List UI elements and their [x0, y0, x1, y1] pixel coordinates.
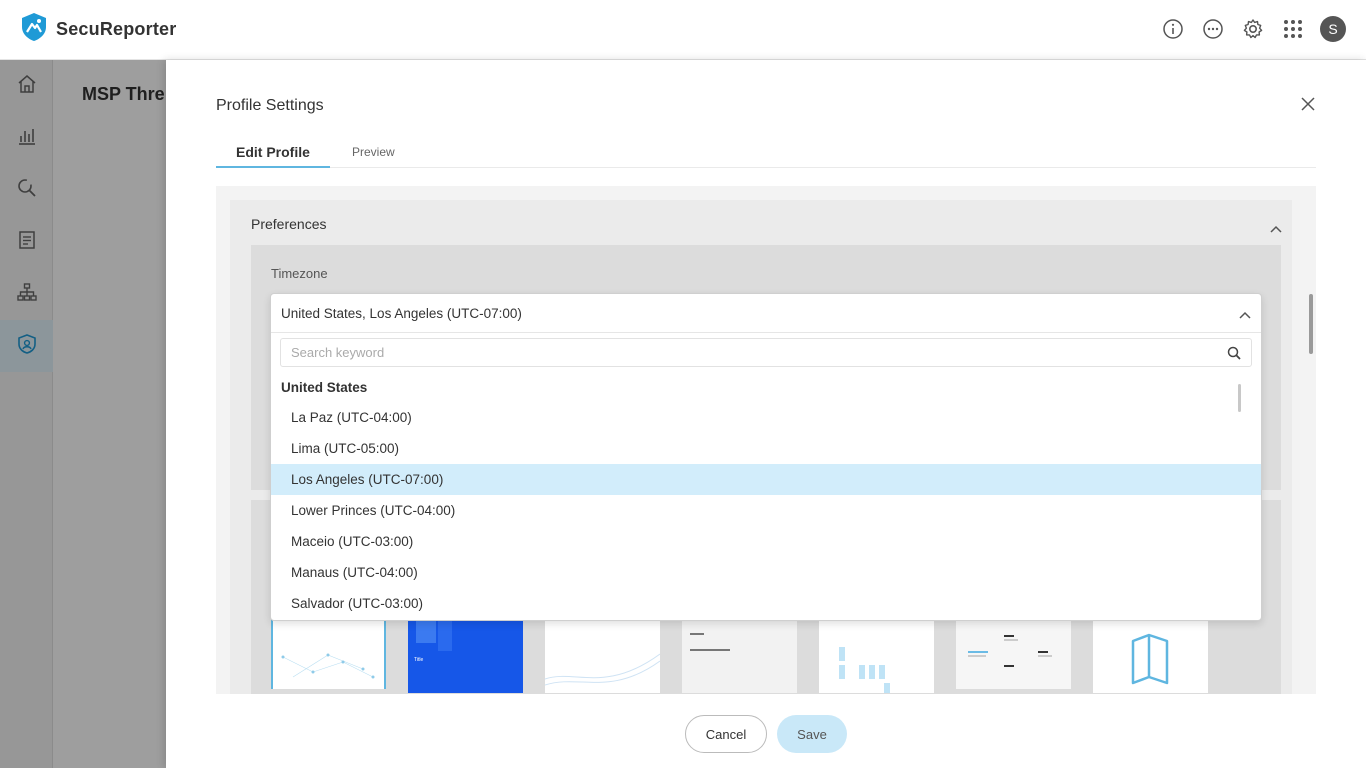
timezone-option[interactable]: Manaus (UTC-04:00) — [271, 557, 1261, 588]
timezone-label: Timezone — [271, 266, 328, 281]
cancel-button[interactable]: Cancel — [685, 715, 767, 753]
chevron-up-icon[interactable] — [1270, 220, 1282, 238]
more-icon[interactable] — [1200, 16, 1226, 42]
info-icon[interactable] — [1160, 16, 1186, 42]
template-thumbnail[interactable] — [819, 619, 934, 693]
footer-actions: Cancel Save — [685, 715, 847, 753]
dropdown-scrollbar[interactable] — [1238, 384, 1241, 412]
user-avatar[interactable]: S — [1320, 16, 1346, 42]
timezone-option[interactable]: Maceio (UTC-03:00) — [271, 526, 1261, 557]
top-bar: SecuReporter S — [0, 0, 1366, 60]
save-button[interactable]: Save — [777, 715, 847, 753]
timezone-option-list[interactable]: United States La Paz (UTC-04:00) Lima (U… — [271, 374, 1261, 620]
thumbnail-title: Title — [414, 657, 424, 663]
timezone-option[interactable]: Lima (UTC-05:00) — [271, 433, 1261, 464]
drawer-title: Profile Settings — [216, 97, 324, 114]
timezone-option[interactable]: Salvador (UTC-03:00) — [271, 588, 1261, 619]
tab-edit-profile[interactable]: Edit Profile — [216, 140, 330, 168]
close-icon — [1301, 96, 1315, 116]
search-icon[interactable] — [1227, 346, 1241, 365]
shield-logo-icon — [20, 12, 48, 47]
template-thumbnail[interactable] — [1093, 619, 1208, 693]
tab-preview[interactable]: Preview — [332, 140, 415, 168]
chevron-up-icon — [1239, 307, 1251, 322]
apps-grid-icon[interactable] — [1280, 16, 1306, 42]
timezone-option[interactable]: La Paz (UTC-04:00) — [271, 402, 1261, 433]
app-name: SecuReporter — [56, 19, 177, 39]
timezone-dropdown: United States, Los Angeles (UTC-07:00) U… — [270, 293, 1262, 621]
gear-icon[interactable] — [1240, 16, 1266, 42]
tab-bar: Edit Profile Preview — [216, 140, 1316, 168]
option-group-label: United States — [281, 380, 368, 395]
timezone-search — [280, 338, 1252, 367]
template-thumbnail[interactable] — [271, 615, 386, 689]
template-thumbnail[interactable] — [682, 619, 797, 693]
close-button[interactable] — [1298, 96, 1318, 116]
avatar-initial: S — [1320, 16, 1346, 42]
app-logo[interactable]: SecuReporter — [20, 12, 176, 47]
template-thumbnail[interactable] — [545, 619, 660, 693]
timezone-select[interactable]: United States, Los Angeles (UTC-07:00) — [271, 294, 1261, 333]
template-thumbnail[interactable]: Title — [408, 619, 523, 693]
section-title: Preferences — [251, 216, 327, 232]
timezone-option[interactable]: Lower Princes (UTC-04:00) — [271, 495, 1261, 526]
search-input[interactable] — [281, 339, 1201, 366]
timezone-option-selected[interactable]: Los Angeles (UTC-07:00) — [271, 464, 1261, 495]
timezone-selected-value: United States, Los Angeles (UTC-07:00) — [281, 306, 522, 321]
template-thumbnail[interactable] — [956, 615, 1071, 689]
drawer-scrollbar[interactable] — [1309, 294, 1313, 354]
